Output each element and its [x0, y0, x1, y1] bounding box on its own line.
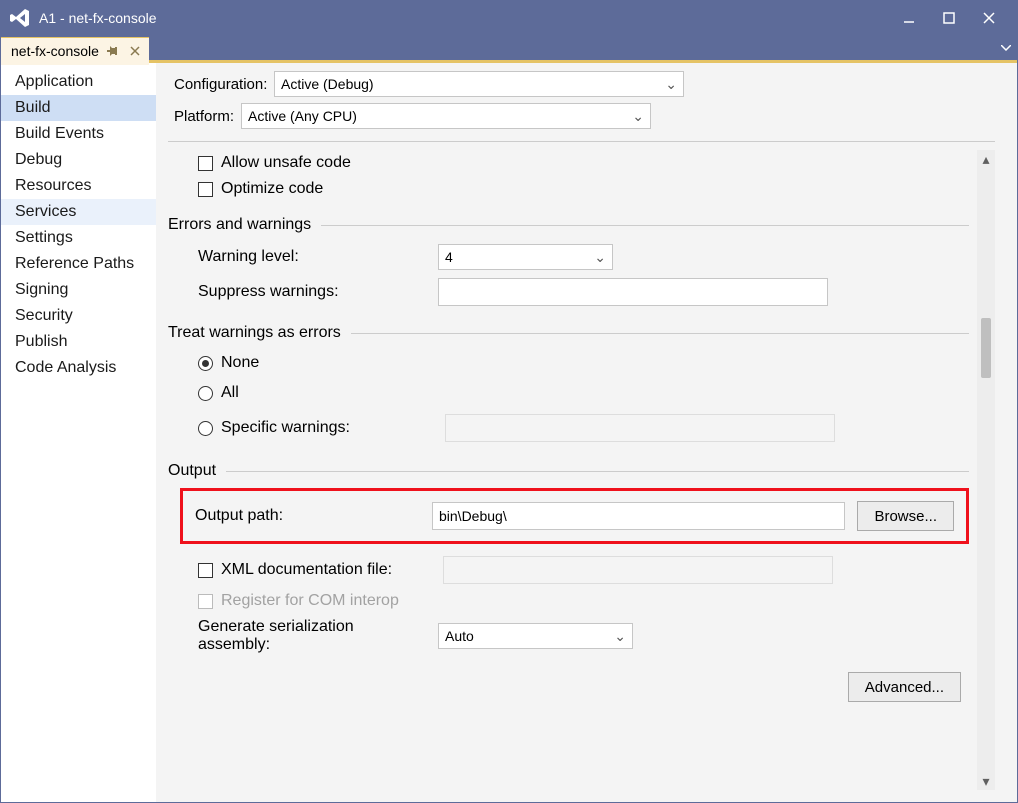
- sidebar-item-services[interactable]: Services: [1, 199, 156, 225]
- chevron-down-icon: ⌄: [632, 108, 644, 125]
- output-path-label: Output path:: [195, 507, 420, 525]
- chevron-down-icon: ⌄: [594, 249, 606, 266]
- configuration-select[interactable]: Active (Debug) ⌄: [274, 71, 684, 97]
- platform-select[interactable]: Active (Any CPU) ⌄: [241, 103, 651, 129]
- sidebar-item-code-analysis[interactable]: Code Analysis: [1, 355, 156, 381]
- xml-doc-checkbox[interactable]: [198, 563, 213, 578]
- tab-bar: net-fx-console: [1, 35, 1017, 63]
- minimize-button[interactable]: [889, 4, 929, 32]
- gen-serialization-select[interactable]: Auto ⌄: [438, 623, 633, 649]
- sidebar-item-build[interactable]: Build: [1, 95, 156, 121]
- xml-doc-input[interactable]: [443, 556, 833, 584]
- divider: [321, 225, 969, 226]
- warning-level-label: Warning level:: [198, 248, 428, 266]
- tab-net-fx-console[interactable]: net-fx-console: [1, 37, 149, 65]
- treat-all-label: All: [221, 384, 239, 402]
- chevron-down-icon: ⌄: [614, 628, 626, 645]
- allow-unsafe-label: Allow unsafe code: [221, 154, 351, 172]
- advanced-button[interactable]: Advanced...: [848, 672, 961, 702]
- optimize-label: Optimize code: [221, 180, 323, 198]
- sidebar-item-publish[interactable]: Publish: [1, 329, 156, 355]
- xml-doc-label: XML documentation file:: [221, 561, 435, 579]
- scroll-down-icon[interactable]: ▾: [977, 772, 995, 790]
- register-com-checkbox: [198, 594, 213, 609]
- sidebar-item-settings[interactable]: Settings: [1, 225, 156, 251]
- chevron-down-icon: ⌄: [665, 76, 677, 93]
- scroll-up-icon[interactable]: ▴: [977, 150, 995, 168]
- treat-none-label: None: [221, 354, 259, 372]
- sidebar-item-signing[interactable]: Signing: [1, 277, 156, 303]
- platform-label: Platform:: [168, 108, 235, 125]
- warning-level-select[interactable]: 4 ⌄: [438, 244, 613, 270]
- sidebar-item-security[interactable]: Security: [1, 303, 156, 329]
- titlebar: A1 - net-fx-console: [1, 1, 1017, 35]
- output-heading: Output: [168, 462, 216, 480]
- scroll-thumb[interactable]: [981, 318, 991, 378]
- close-tab-icon[interactable]: [127, 43, 143, 59]
- sidebar: Application Build Build Events Debug Res…: [1, 63, 156, 802]
- divider: [168, 141, 995, 142]
- configuration-label: Configuration:: [168, 76, 268, 93]
- suppress-warnings-label: Suppress warnings:: [198, 283, 428, 301]
- window-title: A1 - net-fx-console: [39, 10, 889, 26]
- content-pane: Configuration: Active (Debug) ⌄ Platform…: [156, 63, 1017, 802]
- gen-serialization-label: Generate serialization assembly:: [198, 618, 428, 654]
- sidebar-item-build-events[interactable]: Build Events: [1, 121, 156, 147]
- treat-all-radio[interactable]: [198, 386, 213, 401]
- close-button[interactable]: [969, 4, 1009, 32]
- maximize-button[interactable]: [929, 4, 969, 32]
- allow-unsafe-checkbox[interactable]: [198, 156, 213, 171]
- browse-button[interactable]: Browse...: [857, 501, 954, 531]
- errors-heading: Errors and warnings: [168, 216, 311, 234]
- divider: [351, 333, 969, 334]
- scrollbar[interactable]: ▴ ▾: [977, 150, 995, 790]
- treat-none-radio[interactable]: [198, 356, 213, 371]
- treat-heading: Treat warnings as errors: [168, 324, 341, 342]
- vs-logo-icon: [9, 7, 31, 29]
- pin-icon[interactable]: [105, 43, 121, 59]
- sidebar-item-resources[interactable]: Resources: [1, 173, 156, 199]
- register-com-label: Register for COM interop: [221, 592, 399, 610]
- treat-specific-input[interactable]: [445, 414, 835, 442]
- treat-specific-radio[interactable]: [198, 421, 213, 436]
- output-path-highlight: Output path: Browse...: [180, 488, 969, 544]
- sidebar-item-reference-paths[interactable]: Reference Paths: [1, 251, 156, 277]
- divider: [226, 471, 969, 472]
- sidebar-item-debug[interactable]: Debug: [1, 147, 156, 173]
- sidebar-item-application[interactable]: Application: [1, 69, 156, 95]
- optimize-checkbox[interactable]: [198, 182, 213, 197]
- output-path-input[interactable]: [432, 502, 845, 530]
- suppress-warnings-input[interactable]: [438, 278, 828, 306]
- treat-specific-label: Specific warnings:: [221, 419, 437, 437]
- tabbar-overflow-icon[interactable]: [995, 34, 1017, 62]
- tab-label: net-fx-console: [11, 43, 99, 59]
